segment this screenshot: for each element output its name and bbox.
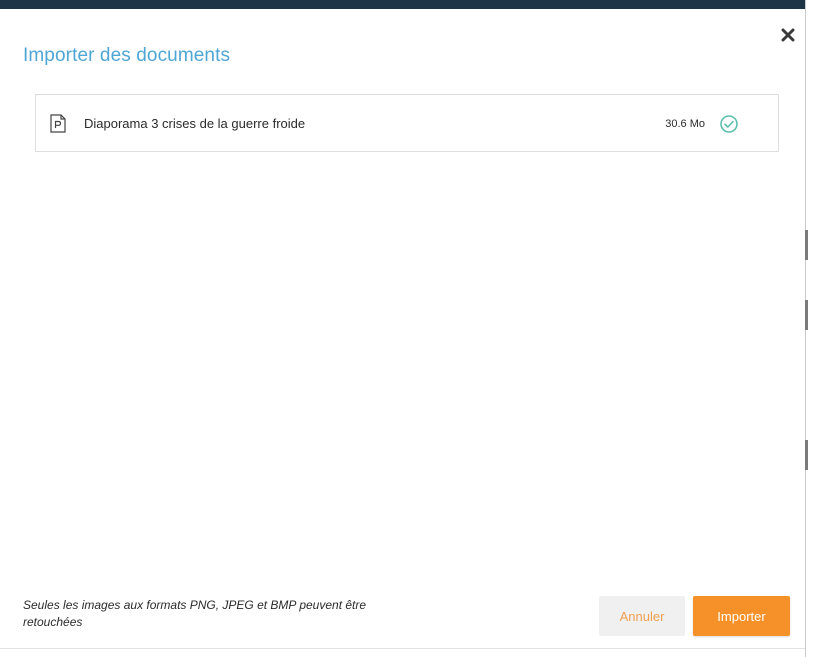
background-top-bar: [0, 0, 805, 9]
check-circle-icon: [720, 115, 738, 133]
import-button[interactable]: Importer: [693, 596, 790, 636]
edge-mark: [805, 300, 808, 330]
dialog-title: Importer des documents: [23, 45, 231, 66]
page: Importer des documents Diaporama 3 crise…: [0, 0, 829, 657]
file-document-icon: [50, 114, 66, 133]
file-name: Diaporama 3 crises de la guerre froide: [84, 116, 306, 131]
background-bottom-strip: [0, 648, 805, 657]
image-format-note: Seules les images aux formats PNG, JPEG …: [23, 598, 367, 629]
close-icon: [781, 28, 795, 42]
file-list-item: Diaporama 3 crises de la guerre froide 3…: [35, 94, 779, 152]
close-button[interactable]: [776, 23, 800, 47]
edge-mark: [805, 440, 808, 470]
cancel-button[interactable]: Annuler: [599, 596, 685, 636]
file-size: 30.6 Mo: [665, 118, 705, 130]
edge-mark: [805, 230, 808, 260]
import-dialog: Importer des documents Diaporama 3 crise…: [0, 9, 805, 648]
background-right-edge: [805, 0, 829, 657]
